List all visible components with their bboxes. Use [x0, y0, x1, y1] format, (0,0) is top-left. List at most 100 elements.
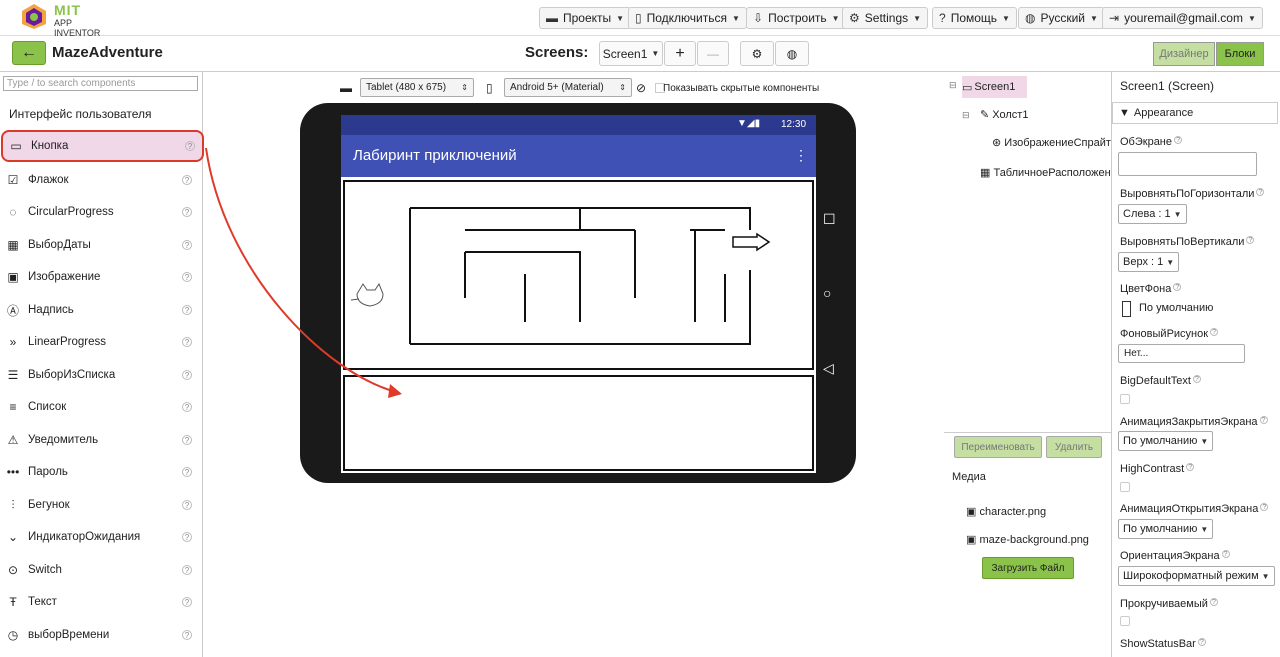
media-file[interactable]: ▣ character.png — [966, 505, 1046, 518]
collapse-icon[interactable]: ⊟ — [949, 80, 957, 91]
big-default-text-checkbox[interactable] — [1120, 394, 1130, 404]
media-file[interactable]: ▣ maze-background.png — [966, 533, 1089, 546]
prop-scrollable-label: Прокручиваемый? — [1120, 598, 1218, 610]
sprite-icon: ⊛ — [992, 137, 1002, 149]
settings-menu-label: Settings — [864, 11, 909, 25]
prop-orientation-label: ОриентацияЭкрана? — [1120, 550, 1230, 562]
palette-item-list-picker[interactable]: ☰ ВыборИзСписка ? — [0, 359, 203, 391]
about-screen-textarea[interactable] — [1118, 152, 1257, 176]
brush-icon: ✎ — [980, 109, 990, 121]
tree-item-screen1[interactable]: ▭ Screen1 — [962, 76, 1027, 98]
help-icon[interactable]: ? — [182, 630, 192, 640]
help-icon[interactable]: ? — [182, 305, 192, 315]
help-icon[interactable]: ? — [182, 402, 192, 412]
chevron-down-icon: ▼ — [913, 13, 922, 23]
align-vertical-select[interactable]: Верх : 1 ▼ — [1118, 252, 1180, 272]
help-icon[interactable]: ? — [182, 240, 192, 250]
app-inventor-logo[interactable]: MIT APP INVENTOR — [20, 2, 110, 38]
logo-icon — [22, 4, 46, 29]
account-menu[interactable]: ⇥ youremail@gmail.com ▼ — [1102, 7, 1263, 29]
settings-menu[interactable]: ⚙ Settings ▼ — [842, 7, 929, 29]
help-icon[interactable]: ? — [182, 500, 192, 510]
palette-item-textbox[interactable]: Ŧ Текст ? — [0, 586, 203, 618]
designer-button[interactable]: Дизайнер — [1153, 42, 1215, 66]
appearance-section[interactable]: ▼ Appearance — [1112, 102, 1278, 124]
sign-in-icon: ⇥ — [1109, 11, 1120, 25]
help-icon[interactable]: ? — [182, 370, 192, 380]
tree-item-sprite[interactable]: ⊛ ИзображениеСпрайт — [992, 136, 1111, 149]
bg-color-value[interactable]: По умолчанию — [1139, 302, 1213, 314]
tree-item-canvas[interactable]: ✎ Холст1 — [980, 108, 1028, 121]
prop-about-label: ОбЭкране? — [1120, 136, 1183, 148]
circular-progress-icon: ◌ — [9, 205, 17, 219]
tree-item-table[interactable]: ▦ ТабличноеРасположен — [980, 166, 1111, 179]
bg-image-picker[interactable]: Нет... — [1118, 344, 1245, 363]
palette-item-time-picker[interactable]: ◷ выборВремени ? — [0, 619, 203, 651]
component-search-input[interactable]: Type / to search components — [3, 76, 198, 91]
palette-item-button[interactable]: ▭ Кнопка ? — [1, 130, 204, 162]
help-icon[interactable]: ? — [182, 337, 192, 347]
help-icon[interactable]: ? — [182, 175, 192, 185]
screen-orientation-select[interactable]: Широкоформатный режим ▼ — [1118, 566, 1275, 586]
prop-align-v-label: ВыровнятьПоВертикали? — [1120, 236, 1255, 248]
remove-screen-button[interactable]: — — [697, 41, 729, 66]
help-icon[interactable]: ? — [182, 565, 192, 575]
help-icon[interactable]: ? — [182, 467, 192, 477]
folder-icon: ▬ — [546, 11, 558, 25]
open-animation-select[interactable]: По умолчанию ▼ — [1118, 519, 1214, 539]
scrollable-checkbox[interactable] — [1120, 616, 1130, 626]
palette-item-checkbox[interactable]: ☑ Флажок ? — [0, 164, 203, 196]
properties-header: Screen1 (Screen) — [1120, 79, 1215, 93]
screen-icon: ▭ — [962, 81, 973, 94]
help-icon[interactable]: ? — [182, 272, 192, 282]
high-contrast-checkbox[interactable] — [1120, 482, 1130, 492]
palette-item-switch[interactable]: ⊙ Switch ? — [0, 554, 203, 586]
help-menu[interactable]: ? Помощь ▼ — [932, 7, 1017, 29]
build-menu[interactable]: ⇩ Построить ▼ — [746, 7, 847, 29]
help-icon[interactable]: ? — [182, 207, 192, 217]
palette-item-list-view[interactable]: ≡ Список ? — [0, 391, 203, 423]
upload-file-button[interactable]: Загрузить Файл — [982, 557, 1074, 579]
plus-icon: + — [675, 44, 685, 62]
blocks-button[interactable]: Блоки — [1216, 42, 1264, 66]
language-menu[interactable]: ◍ Русский ▼ — [1018, 7, 1105, 29]
collapse-icon[interactable]: ⊟ — [962, 110, 970, 121]
screen-select[interactable]: Screen1 ▼ — [599, 41, 663, 66]
gears-icon: ⚙ — [751, 46, 763, 61]
help-icon: ? — [939, 11, 946, 25]
palette-item-notifier[interactable]: ⚠ Уведомитель ? — [0, 424, 203, 456]
palette-category-header[interactable]: Интерфейс пользователя — [9, 107, 152, 121]
palette-item-circular-progress[interactable]: ◌ CircularProgress ? — [0, 196, 203, 228]
palette-item-label: Изображение — [28, 271, 101, 283]
language-menu-label: Русский — [1040, 11, 1086, 25]
back-button[interactable]: ← — [12, 41, 46, 65]
add-screen-button[interactable]: + — [664, 41, 696, 66]
table-icon: ▦ — [980, 167, 991, 179]
palette-item-label[interactable]: Ⓐ Надпись ? — [0, 294, 203, 326]
preview-button[interactable]: ◍ — [775, 41, 809, 66]
help-icon[interactable]: ? — [182, 435, 192, 445]
drag-arrow — [205, 147, 402, 398]
globe-icon: ◍ — [786, 46, 798, 61]
help-icon[interactable]: ? — [182, 597, 192, 607]
palette-item-label: Текст — [28, 596, 57, 608]
help-icon[interactable]: ? — [185, 141, 195, 151]
bg-color-swatch[interactable] — [1122, 301, 1131, 317]
palette-item-label: Бегунок — [28, 499, 70, 511]
close-animation-select[interactable]: По умолчанию ▼ — [1118, 431, 1214, 451]
time-picker-icon: ◷ — [7, 628, 19, 642]
palette-item-date-picker[interactable]: ▦ ВыборДаты ? — [0, 229, 203, 261]
project-properties-button[interactable]: ⚙ — [740, 41, 774, 66]
palette-item-slider[interactable]: ⫶ Бегунок ? — [0, 489, 203, 521]
list-view-icon: ≡ — [9, 400, 17, 414]
palette-item-password[interactable]: ••• Пароль ? — [0, 456, 203, 488]
minus-icon: — — [707, 46, 719, 61]
palette-item-image[interactable]: ▣ Изображение ? — [0, 261, 203, 293]
align-horizontal-select[interactable]: Слева : 1 ▼ — [1118, 204, 1187, 224]
screens-label: Screens: — [525, 44, 589, 61]
palette-item-linear-progress[interactable]: » LinearProgress ? — [0, 326, 203, 358]
palette-item-spinner[interactable]: ⌄ ИндикаторОжидания ? — [0, 521, 203, 553]
help-icon[interactable]: ? — [182, 532, 192, 542]
projects-menu[interactable]: ▬ Проекты ▼ — [539, 7, 632, 29]
connect-menu[interactable]: ▯ Подключиться ▼ — [628, 7, 747, 29]
